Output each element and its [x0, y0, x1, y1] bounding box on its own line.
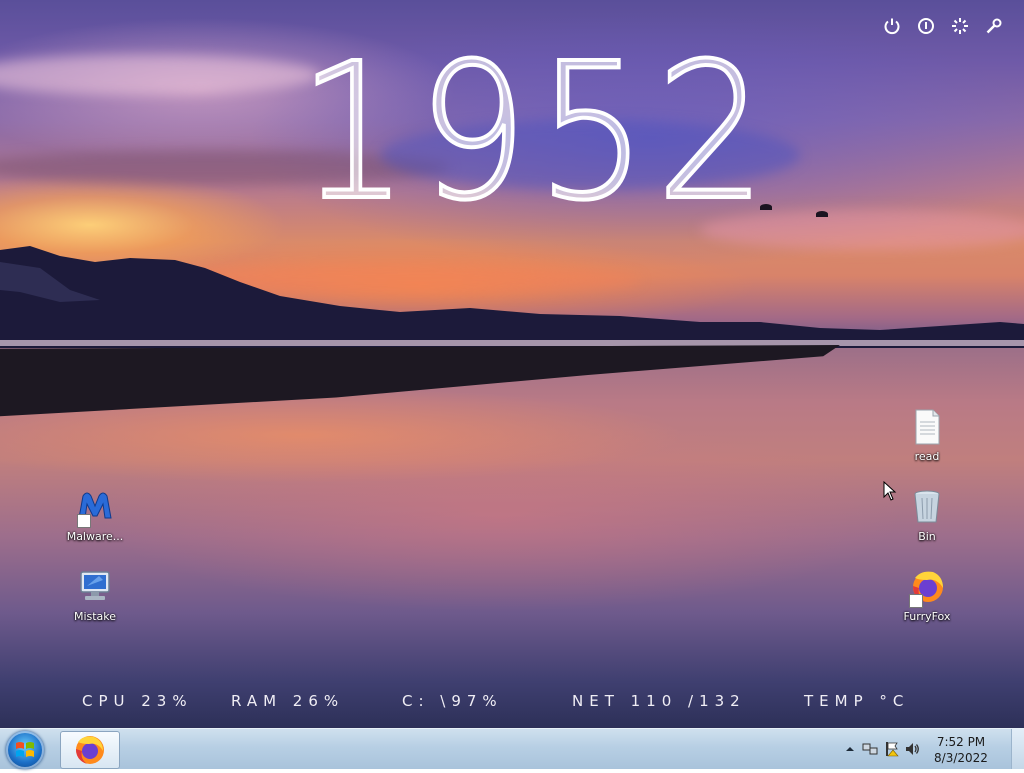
desktop-icon-label: Mistake — [73, 610, 117, 623]
desktop-icon-label: FurryFox — [903, 610, 951, 623]
computer-icon — [75, 568, 115, 608]
network-icon[interactable] — [862, 741, 878, 757]
clock-time: 7:52 PM — [936, 735, 986, 749]
power-icon[interactable] — [882, 16, 902, 36]
text-file-icon — [907, 408, 947, 448]
settings-icon[interactable] — [950, 16, 970, 36]
taskbar-firefox-button[interactable] — [60, 731, 120, 769]
malwarebytes-icon — [75, 488, 115, 528]
shortcut-arrow-icon — [909, 594, 923, 608]
firefox-icon — [907, 568, 947, 608]
taskbar-clock[interactable]: 7:52 PM 8/3/2022 — [926, 734, 996, 766]
disk-stat: C: \97% — [402, 692, 503, 710]
year-text: 1952 — [297, 23, 776, 242]
clock-date: 8/3/2022 — [934, 751, 988, 765]
recycle-bin-icon — [907, 488, 947, 528]
firefox-icon — [76, 736, 104, 764]
info-icon[interactable] — [916, 16, 936, 36]
desktop-icon-mistake[interactable]: Mistake — [59, 568, 131, 623]
show-desktop-button[interactable] — [1011, 729, 1024, 769]
temp-stat: TEMP °C — [804, 692, 910, 710]
cpu-stat: CPU 23% — [82, 692, 193, 710]
system-stats: CPU 23% RAM 26% C: \97% NET 110 /132 TEM… — [0, 692, 1024, 712]
taskbar: 7:52 PM 8/3/2022 — [0, 728, 1024, 769]
net-stat: NET 110 /132 — [572, 692, 746, 710]
system-tray: 7:52 PM 8/3/2022 — [834, 729, 1024, 769]
desktop-icon-bin[interactable]: Bin — [891, 488, 963, 543]
widget-controls — [882, 16, 1004, 36]
action-center-icon[interactable] — [884, 741, 900, 757]
ram-stat: RAM 26% — [231, 692, 345, 710]
desktop-icon-furryfox[interactable]: FurryFox — [891, 568, 963, 623]
desktop-icon-label: Bin — [918, 530, 936, 543]
mouse-cursor-icon — [883, 481, 897, 501]
windows-logo-icon — [16, 742, 34, 757]
desktop-icon-label: Malware... — [66, 530, 124, 543]
desktop-icon-malwarebytes[interactable]: Malware... — [59, 488, 131, 543]
show-hidden-icons-icon[interactable] — [842, 741, 858, 757]
volume-icon[interactable] — [904, 741, 920, 757]
bird — [816, 211, 828, 217]
start-button[interactable] — [6, 731, 44, 769]
wrench-icon[interactable] — [984, 16, 1004, 36]
shortcut-arrow-icon — [77, 514, 91, 528]
desktop-icon-read[interactable]: read — [891, 408, 963, 463]
desktop-icon-label: read — [914, 450, 940, 463]
year-clock: 1952 — [297, 36, 768, 230]
